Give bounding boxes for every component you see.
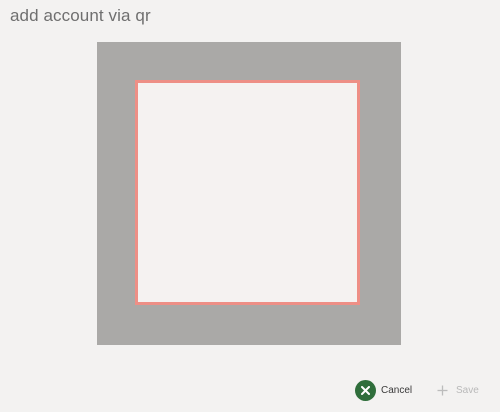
save-button[interactable]: Save [434,378,479,402]
cancel-icon [355,379,376,401]
qr-camera-preview [97,42,401,345]
save-label: Save [456,384,479,396]
cancel-label: Cancel [381,384,413,396]
add-account-page: add account via qr Cancel Save [0,0,500,412]
command-bar: Cancel Save [0,378,500,404]
qr-scan-window [135,80,360,305]
cancel-button[interactable]: Cancel [355,378,412,402]
add-icon [434,382,450,398]
page-title: add account via qr [10,6,151,25]
